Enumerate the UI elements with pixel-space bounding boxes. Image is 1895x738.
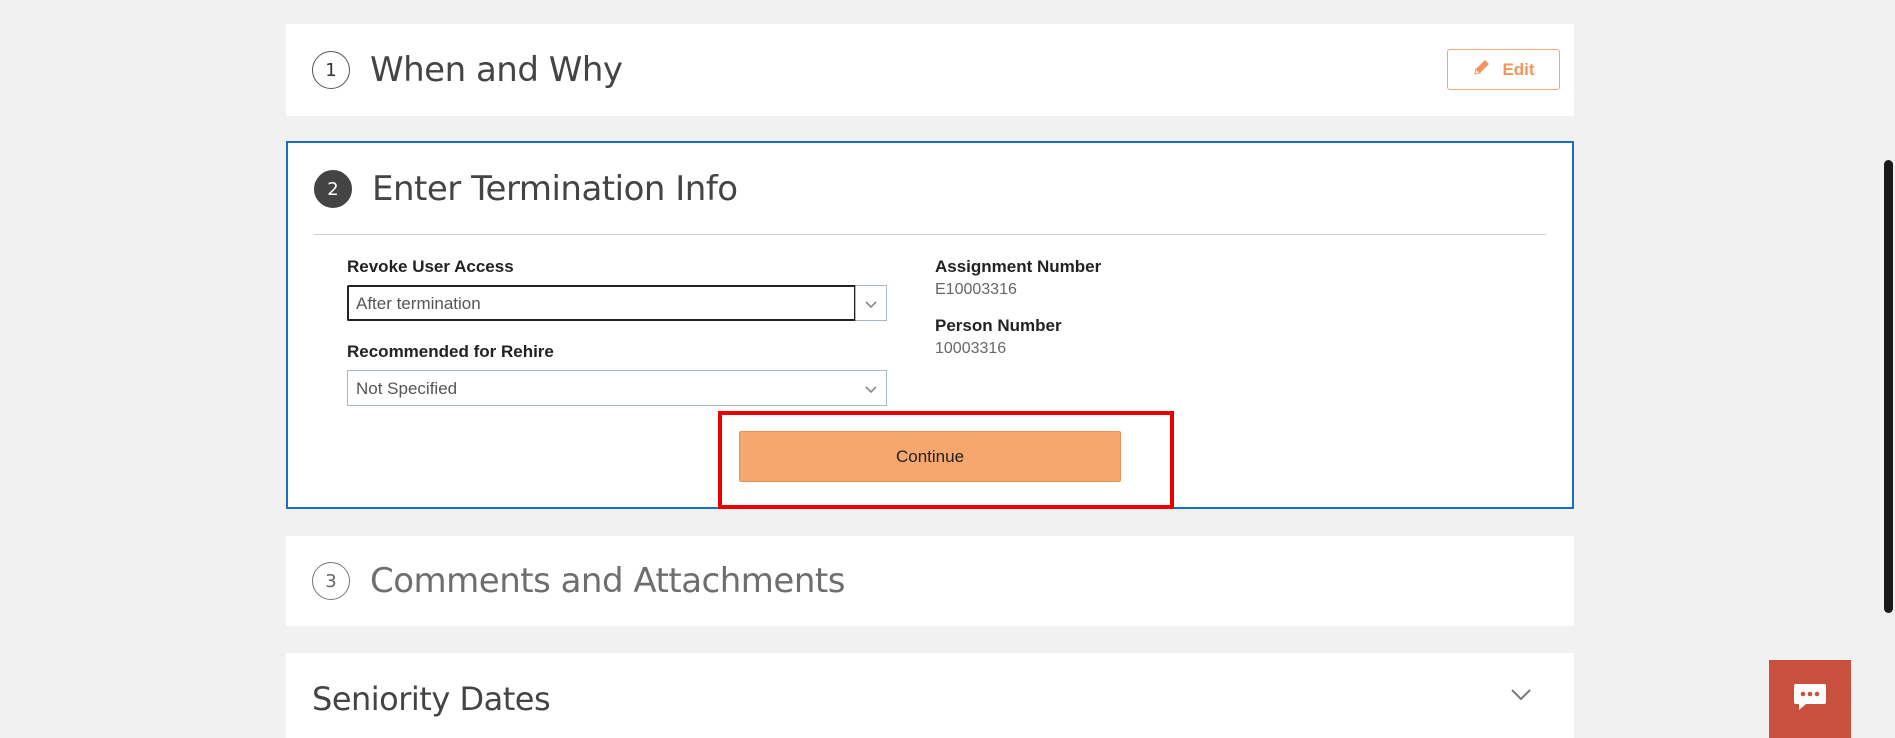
- chevron-down-icon[interactable]: [864, 296, 878, 310]
- pencil-icon: [1472, 57, 1492, 82]
- chat-bubble-icon: [1792, 681, 1828, 718]
- step-number-2: 2: [314, 170, 352, 208]
- edit-button-label: Edit: [1502, 59, 1535, 79]
- chat-button[interactable]: [1769, 660, 1851, 738]
- chevron-down-icon[interactable]: [864, 381, 878, 395]
- continue-button[interactable]: Continue: [739, 431, 1121, 482]
- page-scrollbar[interactable]: [1884, 160, 1893, 613]
- person-number-label: Person Number: [935, 316, 1062, 335]
- assignment-number-value: E10003316: [935, 281, 1017, 298]
- revoke-access-value: After termination: [356, 294, 481, 313]
- step-comments-and-attachments[interactable]: 3 Comments and Attachments: [286, 536, 1574, 626]
- step-number-3: 3: [312, 562, 350, 600]
- step-when-and-why: 1 When and Why Edit: [286, 24, 1574, 116]
- rehire-label: Recommended for Rehire: [347, 342, 554, 361]
- step-enter-termination-info: 2 Enter Termination Info Revoke User Acc…: [286, 141, 1574, 509]
- person-number-value: 10003316: [935, 340, 1007, 357]
- revoke-access-label: Revoke User Access: [347, 257, 514, 276]
- seniority-dates-title: Seniority Dates: [312, 680, 551, 718]
- rehire-value: Not Specified: [356, 379, 458, 398]
- edit-button[interactable]: Edit: [1447, 49, 1560, 90]
- assignment-number-label: Assignment Number: [935, 257, 1102, 276]
- step-title-comments: Comments and Attachments: [370, 561, 845, 601]
- chevron-down-icon[interactable]: [1508, 681, 1534, 707]
- step-title-when-and-why: When and Why: [370, 50, 623, 90]
- step-title-termination-info: Enter Termination Info: [372, 169, 738, 209]
- step-number-1: 1: [312, 51, 350, 89]
- section-divider: [314, 234, 1546, 235]
- select-separator: [855, 286, 856, 320]
- seniority-dates-section[interactable]: Seniority Dates: [286, 653, 1574, 738]
- rehire-select[interactable]: Not Specified: [347, 370, 887, 406]
- revoke-access-select[interactable]: After termination: [347, 285, 887, 321]
